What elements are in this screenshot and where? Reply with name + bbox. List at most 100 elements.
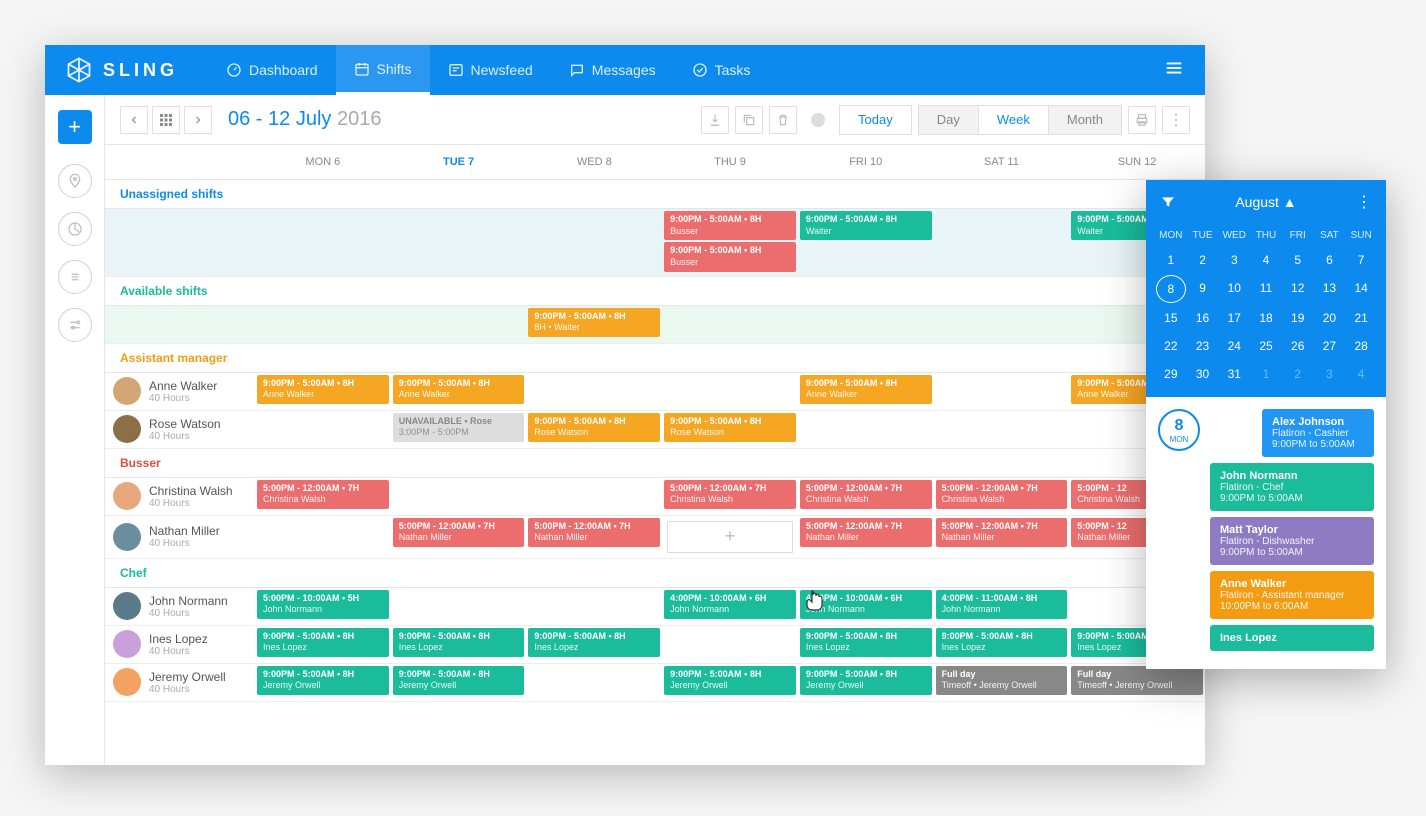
add-shift-cell[interactable]: + <box>667 521 793 553</box>
timeoff-card[interactable]: Full dayTimeoff • Jeremy Orwell <box>1071 666 1203 695</box>
calendar-date[interactable]: 23 <box>1188 333 1218 359</box>
shift-card[interactable]: 9:00PM - 5:00AM • 8H8H • Waiter <box>528 308 660 337</box>
calendar-date[interactable]: 14 <box>1346 275 1376 303</box>
calendar-date[interactable]: 12 <box>1283 275 1313 303</box>
day-sat[interactable]: SAT 11 <box>934 145 1070 179</box>
shift-card[interactable]: 5:00PM - 12:00AM • 7HChristina Walsh <box>664 480 796 509</box>
calendar-date[interactable]: 26 <box>1283 333 1313 359</box>
nav-messages[interactable]: Messages <box>551 45 674 95</box>
shift-card[interactable]: 9:00PM - 5:00AM • 8HInes Lopez <box>393 628 525 657</box>
calendar-date[interactable]: 2 <box>1283 361 1313 387</box>
unavailable-card[interactable]: UNAVAILABLE • Rose3:00PM - 5:00PM <box>393 413 525 442</box>
calendar-date[interactable]: 20 <box>1315 305 1345 331</box>
shift-card[interactable]: 9:00PM - 5:00AM • 8HJeremy Orwell <box>800 666 932 695</box>
month-button[interactable]: Month <box>1049 105 1122 135</box>
calendar-date[interactable]: 1 <box>1251 361 1281 387</box>
calendar-date[interactable]: 8 <box>1156 275 1186 303</box>
prev-arrow[interactable]: ‹ <box>120 106 148 134</box>
print-icon[interactable] <box>1128 106 1156 134</box>
next-arrow[interactable]: › <box>184 106 212 134</box>
sidepanel-shift[interactable]: Anne WalkerFlatiron - Assistant manager1… <box>1210 571 1374 619</box>
shift-card[interactable]: 4:00PM - 11:00AM • 8HJohn Normann <box>936 590 1068 619</box>
nav-dashboard[interactable]: Dashboard <box>208 45 336 95</box>
settings-icon[interactable] <box>58 308 92 342</box>
shift-card[interactable]: 9:00PM - 5:00AM • 8HAnne Walker <box>257 375 389 404</box>
list-icon[interactable] <box>58 260 92 294</box>
delete-icon[interactable] <box>769 106 797 134</box>
shift-card[interactable]: 9:00PM - 5:00AM • 8HBusser <box>664 242 796 271</box>
filter-icon[interactable] <box>1160 194 1176 210</box>
calendar-date[interactable]: 11 <box>1251 275 1281 303</box>
more-icon[interactable]: ⋮ <box>1162 106 1190 134</box>
panel-more-icon[interactable]: ⋮ <box>1356 192 1372 212</box>
shift-card[interactable]: 5:00PM - 12:00AM • 7HChristina Walsh <box>800 480 932 509</box>
calendar-date[interactable]: 4 <box>1346 361 1376 387</box>
calendar-date[interactable]: 4 <box>1251 247 1281 273</box>
calendar-date[interactable]: 19 <box>1283 305 1313 331</box>
day-fri[interactable]: FRI 10 <box>798 145 934 179</box>
day-thu[interactable]: THU 9 <box>662 145 798 179</box>
calendar-date[interactable]: 25 <box>1251 333 1281 359</box>
calendar-date[interactable]: 2 <box>1188 247 1218 273</box>
calendar-date[interactable]: 6 <box>1315 247 1345 273</box>
shift-card[interactable]: 4:00PM - 10:00AM • 6HJohn Normann <box>664 590 796 619</box>
shift-card[interactable]: 5:00PM - 12:00AM • 7HNathan Miller <box>528 518 660 547</box>
shift-card[interactable]: 9:00PM - 5:00AM • 8HJeremy Orwell <box>257 666 389 695</box>
copy-icon[interactable] <box>735 106 763 134</box>
calendar-date[interactable]: 3 <box>1219 247 1249 273</box>
week-button[interactable]: Week <box>979 105 1049 135</box>
shift-card[interactable]: 5:00PM - 12:00AM • 7HChristina Walsh <box>936 480 1068 509</box>
sidepanel-shift[interactable]: Ines Lopez <box>1210 625 1374 651</box>
timeoff-card[interactable]: Full dayTimeoff • Jeremy Orwell <box>936 666 1068 695</box>
calendar-date[interactable]: 29 <box>1156 361 1186 387</box>
calendar-date[interactable]: 5 <box>1283 247 1313 273</box>
shift-card[interactable]: 9:00PM - 5:00AM • 8HInes Lopez <box>800 628 932 657</box>
grid-view-icon[interactable] <box>152 106 180 134</box>
calendar-month[interactable]: August ▲ <box>1176 194 1356 210</box>
shift-card[interactable]: 9:00PM - 5:00AM • 8HAnne Walker <box>393 375 525 404</box>
nav-shifts[interactable]: Shifts <box>336 45 430 95</box>
sidepanel-shift[interactable]: Alex JohnsonFlatiron - Cashier9:00PM to … <box>1262 409 1374 457</box>
calendar-date[interactable]: 17 <box>1219 305 1249 331</box>
shift-card[interactable]: 9:00PM - 5:00AM • 8HAnne Walker <box>800 375 932 404</box>
shift-card[interactable]: 5:00PM - 12:00AM • 7HNathan Miller <box>800 518 932 547</box>
day-button[interactable]: Day <box>918 105 979 135</box>
calendar-date[interactable]: 1 <box>1156 247 1186 273</box>
day-tue[interactable]: TUE 7 <box>391 145 527 179</box>
sidepanel-shift[interactable]: John NormannFlatiron - Chef9:00PM to 5:0… <box>1210 463 1374 511</box>
chart-icon[interactable] <box>58 212 92 246</box>
shift-card[interactable]: 5:00PM - 12:00AM • 7HNathan Miller <box>393 518 525 547</box>
day-mon[interactable]: MON 6 <box>255 145 391 179</box>
nav-tasks[interactable]: Tasks <box>674 45 769 95</box>
export-icon[interactable] <box>701 106 729 134</box>
add-button[interactable]: + <box>58 110 92 144</box>
shift-card[interactable]: 9:00PM - 5:00AM • 8HRose Watson <box>528 413 660 442</box>
shift-card[interactable]: 9:00PM - 5:00AM • 8HRose Watson <box>664 413 796 442</box>
shift-card[interactable]: 9:00PM - 5:00AM • 8HWaiter <box>800 211 932 240</box>
day-sun[interactable]: SUN 12 <box>1069 145 1205 179</box>
publish-status[interactable] <box>811 113 825 127</box>
shift-card[interactable]: 5:00PM - 12:00AM • 7HNathan Miller <box>936 518 1068 547</box>
calendar-date[interactable]: 21 <box>1346 305 1376 331</box>
calendar-date[interactable]: 24 <box>1219 333 1249 359</box>
calendar-date[interactable]: 9 <box>1188 275 1218 303</box>
shift-card[interactable]: 5:00PM - 10:00AM • 5HJohn Normann <box>257 590 389 619</box>
calendar-date[interactable]: 27 <box>1315 333 1345 359</box>
shift-card[interactable]: 9:00PM - 5:00AM • 8HInes Lopez <box>936 628 1068 657</box>
calendar-date[interactable]: 13 <box>1315 275 1345 303</box>
calendar-date[interactable]: 18 <box>1251 305 1281 331</box>
sidepanel-shift[interactable]: Matt TaylorFlatiron - Dishwasher9:00PM t… <box>1210 517 1374 565</box>
shift-card[interactable]: 9:00PM - 5:00AM • 8HInes Lopez <box>528 628 660 657</box>
shift-card[interactable]: 9:00PM - 5:00AM • 8HInes Lopez <box>257 628 389 657</box>
nav-newsfeed[interactable]: Newsfeed <box>430 45 551 95</box>
day-wed[interactable]: WED 8 <box>526 145 662 179</box>
calendar-date[interactable]: 31 <box>1219 361 1249 387</box>
calendar-date[interactable]: 15 <box>1156 305 1186 331</box>
shift-card[interactable]: 9:00PM - 5:00AM • 8HJeremy Orwell <box>393 666 525 695</box>
shift-card[interactable]: 9:00PM - 5:00AM • 8HBusser <box>664 211 796 240</box>
calendar-date[interactable]: 16 <box>1188 305 1218 331</box>
calendar-date[interactable]: 28 <box>1346 333 1376 359</box>
shift-card[interactable]: 9:00PM - 5:00AM • 8HJeremy Orwell <box>664 666 796 695</box>
calendar-date[interactable]: 7 <box>1346 247 1376 273</box>
calendar-date[interactable]: 3 <box>1315 361 1345 387</box>
